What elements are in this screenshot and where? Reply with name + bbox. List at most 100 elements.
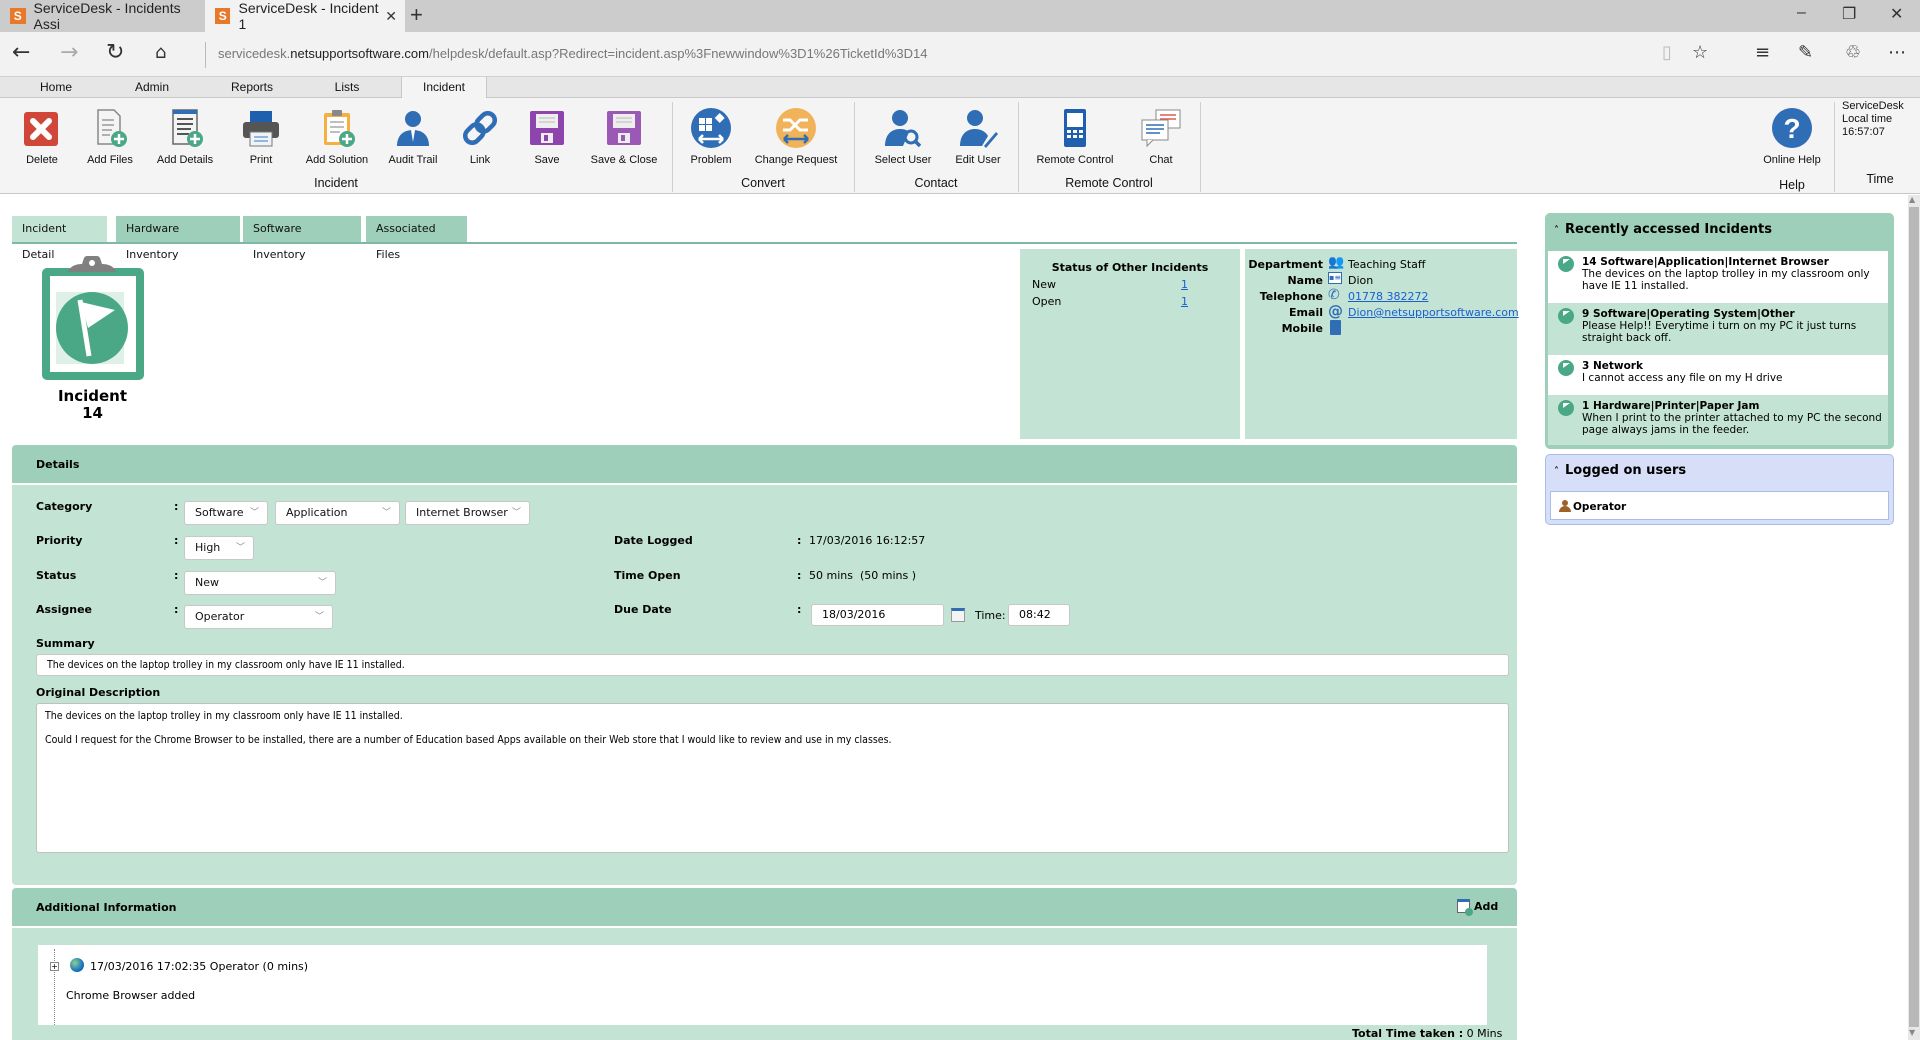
forward-icon[interactable]: →: [60, 40, 78, 65]
minimize-button[interactable]: –: [1797, 4, 1806, 22]
add-files-button[interactable]: Add Files: [75, 106, 145, 166]
colon: :: [797, 569, 802, 582]
url-prefix: servicedesk.: [218, 46, 291, 61]
button-label: Save & Close: [590, 154, 658, 166]
other-incidents-count-link[interactable]: 1: [1181, 295, 1188, 308]
due-time-input[interactable]: 08:42: [1008, 604, 1070, 626]
recent-incident-item[interactable]: 14 Software|Application|Internet Browser…: [1548, 251, 1888, 303]
logged-on-user-item[interactable]: Operator: [1550, 491, 1889, 520]
back-icon[interactable]: ←: [12, 40, 30, 65]
description-label: Original Description: [36, 686, 161, 699]
email-link[interactable]: Dion@netsupportsoftware.com: [1348, 306, 1519, 319]
window-close-button[interactable]: ✕: [1890, 4, 1903, 24]
save-button[interactable]: Save: [512, 106, 582, 166]
recent-incident-item[interactable]: 9 Software|Operating System|Other Please…: [1548, 303, 1888, 355]
due-date-input[interactable]: 18/03/2016: [811, 604, 944, 626]
add-solution-icon: [324, 110, 355, 147]
share-icon[interactable]: ♲: [1845, 42, 1861, 63]
collapse-chevron-icon[interactable]: ˄: [1554, 225, 1559, 236]
due-date-label: Due Date: [614, 603, 672, 616]
vertical-scrollbar[interactable]: ▲ ▼: [1908, 195, 1920, 1040]
menu-tab-reports[interactable]: Reports: [216, 77, 288, 98]
save-close-button[interactable]: Save & Close: [588, 106, 660, 166]
url-field[interactable]: servicedesk.netsupportsoftware.com/helpd…: [218, 46, 928, 61]
online-help-button[interactable]: ? Online Help: [1757, 106, 1827, 166]
menu-tab-lists[interactable]: Lists: [311, 77, 383, 98]
recent-incident-item[interactable]: 3 Network I cannot access any file on my…: [1548, 355, 1888, 395]
problem-button[interactable]: Problem: [676, 106, 746, 166]
app-menu-bar: Home Admin Reports Lists Incident: [0, 76, 1920, 99]
reading-view-icon[interactable]: ▯: [1662, 42, 1672, 63]
restore-button[interactable]: ❐: [1842, 4, 1856, 24]
collapse-chevron-icon[interactable]: ˄: [1554, 466, 1559, 477]
button-label: Chat: [1149, 154, 1173, 166]
remote-control-button[interactable]: Remote Control: [1030, 106, 1120, 166]
print-button[interactable]: Print: [226, 106, 296, 166]
problem-icon: [691, 108, 731, 148]
add-label: Add: [1474, 899, 1499, 913]
browser-tab-incidents[interactable]: S ServiceDesk - Incidents Assi: [0, 0, 205, 32]
hub-icon[interactable]: ≡: [1755, 42, 1770, 63]
button-label: Change Request: [754, 154, 838, 166]
calendar-icon[interactable]: [951, 608, 965, 622]
select-value: Application: [286, 506, 348, 519]
select-value: New: [195, 576, 219, 589]
add-details-icon: [172, 109, 203, 147]
colon: :: [174, 569, 179, 582]
select-user-button[interactable]: Select User: [868, 106, 938, 166]
tab-incident-detail[interactable]: Incident Detail: [12, 216, 107, 261]
expand-plus-icon[interactable]: +: [50, 962, 59, 971]
telephone-label: Telephone: [1259, 290, 1323, 303]
add-solution-button[interactable]: Add Solution: [302, 106, 372, 166]
scroll-up-icon[interactable]: ▲: [1909, 195, 1915, 204]
refresh-icon[interactable]: ↻: [106, 40, 124, 65]
group-label-convert: Convert: [741, 176, 785, 190]
select-value: Operator: [195, 610, 245, 623]
add-info-button[interactable]: Add: [1457, 899, 1499, 916]
edit-user-button[interactable]: Edit User: [943, 106, 1013, 166]
status-select[interactable]: New ﹀: [184, 571, 336, 595]
category-select-1[interactable]: Software ﹀: [184, 501, 268, 525]
delete-icon: [24, 112, 58, 146]
scrollbar-thumb[interactable]: [1909, 207, 1919, 1027]
category-select-3[interactable]: Internet Browser ﹀: [405, 501, 530, 525]
close-tab-icon[interactable]: ✕: [385, 8, 397, 25]
select-value: Internet Browser: [416, 506, 508, 519]
new-tab-button[interactable]: +: [410, 2, 423, 28]
delete-button[interactable]: Delete: [7, 106, 77, 166]
browser-tab-incident-1[interactable]: S ServiceDesk - Incident 1 ✕: [205, 0, 405, 32]
telephone-icon: ✆: [1328, 287, 1340, 303]
logged-on-users-header[interactable]: ˄ Logged on users: [1554, 463, 1686, 478]
menu-tab-home[interactable]: Home: [20, 77, 92, 98]
web-note-icon[interactable]: ✎: [1798, 42, 1813, 63]
tab-software-inventory[interactable]: Software Inventory: [243, 216, 361, 261]
summary-input[interactable]: The devices on the laptop trolley in my …: [36, 654, 1509, 676]
svg-text:?: ?: [1783, 113, 1800, 144]
tab-hardware-inventory[interactable]: Hardware Inventory: [116, 216, 240, 261]
add-details-button[interactable]: Add Details: [150, 106, 220, 166]
chat-button[interactable]: Chat: [1126, 106, 1196, 166]
priority-select[interactable]: High ﹀: [184, 536, 254, 560]
change-request-button[interactable]: Change Request: [750, 106, 842, 166]
more-icon[interactable]: ⋯: [1888, 42, 1906, 63]
user-icon: [1559, 500, 1571, 512]
recent-incidents-header[interactable]: ˄ Recently accessed Incidents: [1554, 222, 1772, 237]
other-incidents-count-link[interactable]: 1: [1181, 278, 1188, 291]
recent-incident-item[interactable]: 1 Hardware|Printer|Paper Jam When I prin…: [1548, 395, 1888, 445]
menu-tab-admin[interactable]: Admin: [116, 77, 188, 98]
button-label: Add Details: [156, 154, 214, 166]
audit-trail-button[interactable]: Audit Trail: [378, 106, 448, 166]
category-select-2[interactable]: Application ﹀: [275, 501, 400, 525]
home-icon[interactable]: ⌂: [155, 42, 166, 63]
save-close-floppy-icon: [607, 111, 641, 145]
ribbon-toolbar: Delete Add Files Add Details Print Add S…: [0, 98, 1920, 194]
scroll-down-icon[interactable]: ▼: [1909, 1028, 1915, 1037]
change-request-icon: [776, 108, 816, 148]
link-button[interactable]: Link: [445, 106, 515, 166]
description-textarea[interactable]: The devices on the laptop trolley in my …: [36, 703, 1509, 853]
favorite-star-icon[interactable]: ☆: [1692, 42, 1708, 63]
tab-associated-files[interactable]: Associated Files: [366, 216, 467, 261]
telephone-link[interactable]: 01778 382272: [1348, 290, 1428, 303]
menu-tab-incident[interactable]: Incident: [401, 77, 487, 99]
assignee-select[interactable]: Operator ﹀: [184, 605, 333, 629]
